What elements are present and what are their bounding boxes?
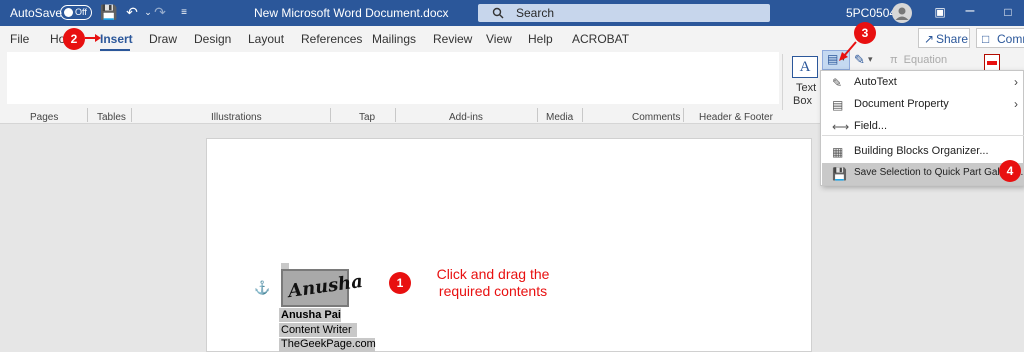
arrow-icon bbox=[839, 41, 857, 61]
search-box[interactable]: Search bbox=[478, 4, 770, 22]
customize-qat-icon[interactable]: ≡ bbox=[176, 4, 192, 21]
group-separator bbox=[395, 108, 396, 122]
document-page[interactable]: Anusha Anusha Pai Content Writer TheGeek… bbox=[206, 138, 812, 352]
share-icon: ↗ bbox=[924, 32, 935, 46]
chevron-right-icon: › bbox=[1014, 97, 1018, 111]
tab-layout[interactable]: Layout bbox=[248, 32, 284, 46]
share-label: Share bbox=[936, 32, 969, 46]
step-badge-2: 2 bbox=[63, 28, 85, 50]
share-button[interactable]: ↗ Share bbox=[918, 28, 970, 48]
tab-file[interactable]: File bbox=[10, 32, 29, 46]
author-role: Content Writer bbox=[281, 324, 352, 336]
group-tap: Tap bbox=[359, 112, 376, 123]
menu-item-label: Field... bbox=[854, 120, 888, 132]
tab-view[interactable]: View bbox=[486, 32, 512, 46]
autotext-icon: ✎ bbox=[832, 76, 843, 90]
group-tables: Tables bbox=[97, 112, 126, 123]
anchor-icon: ⚓ bbox=[254, 280, 271, 295]
autosave-toggle[interactable]: Off bbox=[60, 5, 92, 20]
text-box-label[interactable]: Text bbox=[796, 82, 816, 94]
menu-item-building-blocks-organizer[interactable]: ▦ Building Blocks Organizer... bbox=[822, 141, 1024, 163]
user-icon bbox=[895, 7, 909, 20]
save-selection-icon: 💾 bbox=[832, 167, 847, 181]
comments-button[interactable]: □ Comm bbox=[976, 28, 1024, 48]
equation-label: Equation bbox=[903, 54, 948, 66]
group-separator bbox=[782, 54, 783, 110]
group-media: Media bbox=[546, 112, 574, 123]
document-title: New Microsoft Word Document.docx bbox=[254, 6, 449, 20]
redo-icon[interactable]: ↷ bbox=[152, 4, 168, 21]
search-placeholder: Search bbox=[516, 6, 555, 20]
group-header-footer: Header & Footer bbox=[699, 112, 773, 123]
group-separator bbox=[537, 108, 538, 122]
title-bar: AutoSave Off 💾 ↶ ⌄ ↷ ≡ New Microsoft Wor… bbox=[0, 0, 1024, 26]
quick-parts-menu: ✎ AutoText › ▤ Document Property › ⟷ Fie… bbox=[820, 70, 1024, 186]
instruction-line-2: required contents bbox=[438, 283, 548, 299]
text-box-icon[interactable]: A bbox=[792, 56, 818, 78]
group-add-ins: Add-ins bbox=[449, 112, 483, 123]
minimize-icon[interactable]: – bbox=[962, 2, 978, 19]
avatar[interactable] bbox=[892, 3, 912, 23]
toggle-knob bbox=[64, 8, 73, 17]
menu-item-label: Save Selection to Quick Part Gallery... bbox=[854, 167, 1024, 178]
tab-insert[interactable]: Insert bbox=[100, 32, 133, 46]
search-icon bbox=[492, 7, 504, 19]
field-icon: ⟷ bbox=[832, 120, 850, 134]
menu-separator bbox=[822, 135, 1024, 136]
chevron-right-icon: › bbox=[1014, 75, 1018, 89]
group-separator bbox=[87, 108, 88, 122]
menu-item-save-selection[interactable]: 💾 Save Selection to Quick Part Gallery..… bbox=[822, 163, 1024, 185]
text-box-label-2[interactable]: Box bbox=[793, 95, 812, 107]
menu-item-label: Building Blocks Organizer... bbox=[854, 145, 989, 157]
comments-label: Comm bbox=[997, 32, 1024, 46]
tab-references[interactable]: References bbox=[301, 32, 362, 46]
menu-item-document-property[interactable]: ▤ Document Property › bbox=[822, 94, 1024, 116]
autosave-state: Off bbox=[75, 7, 87, 17]
tab-acrobat[interactable]: ACROBAT bbox=[572, 32, 629, 46]
arrow-icon bbox=[85, 34, 101, 42]
tab-review[interactable]: Review bbox=[433, 32, 472, 46]
undo-icon[interactable]: ↶ bbox=[124, 4, 140, 21]
group-separator bbox=[582, 108, 583, 122]
document-property-icon: ▤ bbox=[832, 98, 844, 112]
pi-icon: π bbox=[890, 54, 898, 66]
step-badge-4: 4 bbox=[999, 160, 1021, 182]
instruction-line-1: Click and drag the bbox=[436, 266, 550, 282]
chevron-down-icon[interactable]: ▾ bbox=[868, 54, 873, 65]
equation-button[interactable]: π Equation bbox=[890, 54, 947, 66]
tab-mailings[interactable]: Mailings bbox=[372, 32, 416, 46]
user-name: 5PC0504 bbox=[846, 6, 897, 20]
tab-draw[interactable]: Draw bbox=[149, 32, 177, 46]
author-name: Anusha Pai bbox=[281, 309, 341, 321]
tab-design[interactable]: Design bbox=[194, 32, 231, 46]
ribbon-display-icon[interactable]: ▣ bbox=[932, 4, 948, 21]
menu-item-label: Document Property bbox=[854, 98, 949, 110]
group-separator bbox=[131, 108, 132, 122]
autosave-label: AutoSave bbox=[10, 6, 63, 20]
active-tab-indicator bbox=[100, 49, 130, 51]
tab-help[interactable]: Help bbox=[528, 32, 553, 46]
ribbon-collapsed-area bbox=[7, 52, 779, 104]
save-icon[interactable]: 💾 bbox=[100, 4, 117, 21]
building-blocks-icon: ▦ bbox=[832, 145, 844, 159]
menu-item-label: AutoText bbox=[854, 76, 897, 88]
group-separator bbox=[683, 108, 684, 122]
signature-image[interactable]: Anusha bbox=[281, 269, 364, 307]
group-comments: Comments bbox=[632, 112, 681, 123]
group-illustrations: Illustrations bbox=[211, 112, 262, 123]
pdf-mark bbox=[987, 61, 997, 65]
group-pages: Pages bbox=[30, 112, 59, 123]
comment-icon: □ bbox=[982, 32, 990, 46]
menu-item-autotext[interactable]: ✎ AutoText › bbox=[822, 72, 1024, 94]
step-badge-1: 1 bbox=[389, 272, 411, 294]
author-site: TheGeekPage.com bbox=[281, 338, 376, 350]
group-separator bbox=[330, 108, 331, 122]
signature-text: Anusha bbox=[286, 270, 365, 303]
maximize-icon[interactable]: □ bbox=[1000, 4, 1016, 21]
